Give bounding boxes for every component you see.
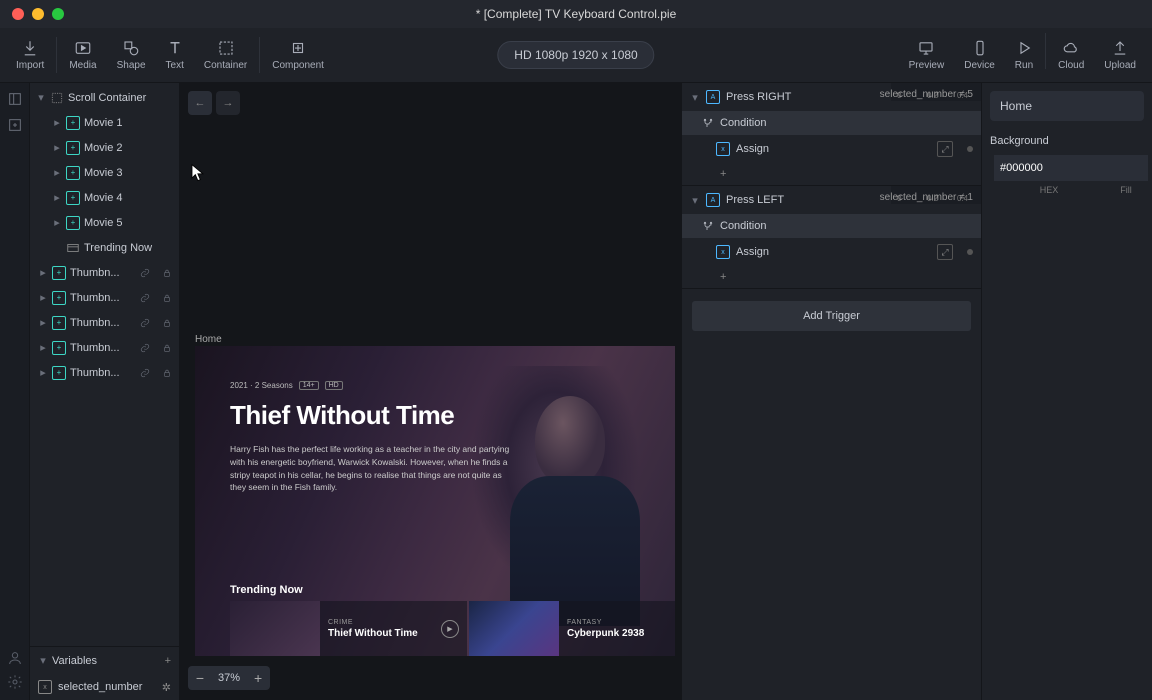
thumbnail-image — [230, 601, 320, 656]
run-button[interactable]: Run — [1005, 33, 1043, 77]
upload-button[interactable]: Upload — [1094, 33, 1146, 77]
artboard-home[interactable]: 2021 · 2 Seasons 14+ HD Thief Without Ti… — [195, 346, 675, 656]
link-icon — [139, 343, 151, 353]
lock-icon[interactable] — [161, 318, 173, 328]
add-variable-icon[interactable]: + — [165, 655, 171, 667]
link-icon — [139, 368, 151, 378]
trigger-block-0: ▾ A Press RIGHT 00.20.4 Condition select… — [682, 83, 981, 186]
hero-title: Thief Without Time — [230, 400, 530, 431]
layer-movie-1[interactable]: ▸+Movie 1 — [30, 110, 179, 135]
condition-value: selected_number ≠ 5 — [880, 89, 973, 100]
thumbnail-card[interactable]: CRIMEThief Without Time ▶ — [230, 601, 467, 656]
background-label: Background — [990, 135, 1144, 147]
media-button[interactable]: Media — [59, 33, 106, 77]
preview-button[interactable]: Preview — [899, 33, 955, 77]
artboard-label[interactable]: Home — [195, 334, 222, 345]
branch-icon — [702, 220, 714, 232]
window-controls — [0, 8, 64, 20]
keyframe-dot[interactable] — [967, 146, 973, 152]
lock-icon[interactable] — [161, 268, 173, 278]
trigger-header[interactable]: ▾ A Press RIGHT — [682, 83, 891, 111]
shape-button[interactable]: Shape — [107, 33, 156, 77]
variable-icon: x — [716, 245, 730, 259]
add-action-button[interactable]: + — [682, 266, 981, 288]
thumbnail-card[interactable]: FANTASYCyberpunk 2938 ▶ — [469, 601, 675, 656]
layer-thumbnail-4[interactable]: ▸+Thumbn... — [30, 335, 179, 360]
add-panel-icon[interactable] — [7, 117, 23, 133]
device-button[interactable]: Device — [954, 33, 1005, 77]
layer-movie-5[interactable]: ▸+Movie 5 — [30, 210, 179, 235]
properties-panel: Home Background 100 HEXFill — [982, 83, 1152, 700]
document-title: * [Complete] TV Keyboard Control.pie — [476, 7, 677, 21]
zoom-control: − 37% + — [188, 666, 270, 690]
zoom-in-button[interactable]: + — [246, 666, 270, 690]
condition-row[interactable]: Condition — [682, 214, 981, 238]
container-button[interactable]: Container — [194, 33, 257, 77]
assign-action[interactable]: x Assign ⤢ — [682, 238, 981, 266]
add-action-button[interactable]: + — [682, 163, 981, 185]
hero-description: Harry Fish has the perfect life working … — [230, 443, 520, 494]
layer-movie-3[interactable]: ▸+Movie 3 — [30, 160, 179, 185]
layer-thumbnail-2[interactable]: ▸+Thumbn... — [30, 285, 179, 310]
user-icon[interactable] — [7, 650, 23, 666]
resolution-selector[interactable]: HD 1080p 1920 x 1080 — [497, 41, 654, 69]
layer-thumbnail-5[interactable]: ▸+Thumbn... — [30, 360, 179, 385]
keyframe-dot[interactable] — [967, 249, 973, 255]
link-icon — [139, 268, 151, 278]
hex-input[interactable] — [994, 155, 1148, 181]
layer-trending-now[interactable]: Trending Now — [30, 235, 179, 260]
trending-label: Trending Now — [230, 584, 303, 596]
maximize-window-icon[interactable] — [52, 8, 64, 20]
lock-icon[interactable] — [161, 343, 173, 353]
layer-thumbnail-3[interactable]: ▸+Thumbn... — [30, 310, 179, 335]
minimize-window-icon[interactable] — [32, 8, 44, 20]
layers-panel: ▾ Scroll Container ▸+Movie 1 ▸+Movie 2 ▸… — [30, 83, 180, 700]
selection-title: Home — [990, 91, 1144, 121]
trigger-header[interactable]: ▾ A Press LEFT — [682, 186, 891, 214]
condition-value: selected_number ≠ 1 — [880, 192, 973, 203]
variables-header[interactable]: ▾ Variables + — [30, 646, 179, 674]
nav-back-button[interactable]: ← — [188, 91, 212, 115]
cloud-button[interactable]: Cloud — [1048, 33, 1094, 77]
component-button[interactable]: Component — [262, 33, 334, 77]
hero-meta: 2021 · 2 Seasons 14+ HD — [230, 381, 530, 390]
import-button[interactable]: Import — [6, 33, 54, 77]
layer-movie-2[interactable]: ▸+Movie 2 — [30, 135, 179, 160]
play-icon[interactable]: ▶ — [441, 620, 459, 638]
link-icon — [139, 318, 151, 328]
layer-thumbnail-1[interactable]: ▸+Thumbn... — [30, 260, 179, 285]
expand-icon[interactable]: ⤢ — [937, 244, 953, 260]
zoom-value: 37% — [212, 672, 246, 684]
layer-movie-4[interactable]: ▸+Movie 4 — [30, 185, 179, 210]
cursor-icon — [190, 163, 204, 183]
assign-action[interactable]: x Assign ⤢ — [682, 135, 981, 163]
trigger-block-1: ▾ A Press LEFT 00.20.4 Condition selecte… — [682, 186, 981, 289]
variable-selected-number[interactable]: x selected_number ✲ — [30, 674, 179, 700]
close-window-icon[interactable] — [12, 8, 24, 20]
titlebar: * [Complete] TV Keyboard Control.pie — [0, 0, 1152, 28]
settings-icon[interactable] — [7, 674, 23, 690]
lock-icon[interactable] — [161, 368, 173, 378]
panels-icon[interactable] — [7, 91, 23, 107]
text-button[interactable]: Text — [156, 33, 194, 77]
keyboard-icon: A — [706, 193, 720, 207]
add-trigger-button[interactable]: Add Trigger — [692, 301, 971, 331]
zoom-out-button[interactable]: − — [188, 666, 212, 690]
variable-icon: x — [716, 142, 730, 156]
branch-icon — [702, 117, 714, 129]
canvas[interactable]: ← → Home 2021 · 2 Seasons 14+ HD Thief W… — [180, 83, 682, 700]
left-rail — [0, 83, 30, 700]
lock-icon[interactable] — [161, 293, 173, 303]
nav-forward-button[interactable]: → — [216, 91, 240, 115]
condition-row[interactable]: Condition — [682, 111, 981, 135]
toolbar: Import Media Shape Text Container Compon… — [0, 28, 1152, 83]
debug-icon[interactable]: ✲ — [162, 681, 171, 694]
keyboard-icon: A — [706, 90, 720, 104]
layer-scroll-container[interactable]: ▾ Scroll Container — [30, 85, 179, 110]
link-icon — [139, 293, 151, 303]
triggers-panel: ▾ A Press RIGHT 00.20.4 Condition select… — [682, 83, 982, 700]
thumbnail-image — [469, 601, 559, 656]
expand-icon[interactable]: ⤢ — [937, 141, 953, 157]
